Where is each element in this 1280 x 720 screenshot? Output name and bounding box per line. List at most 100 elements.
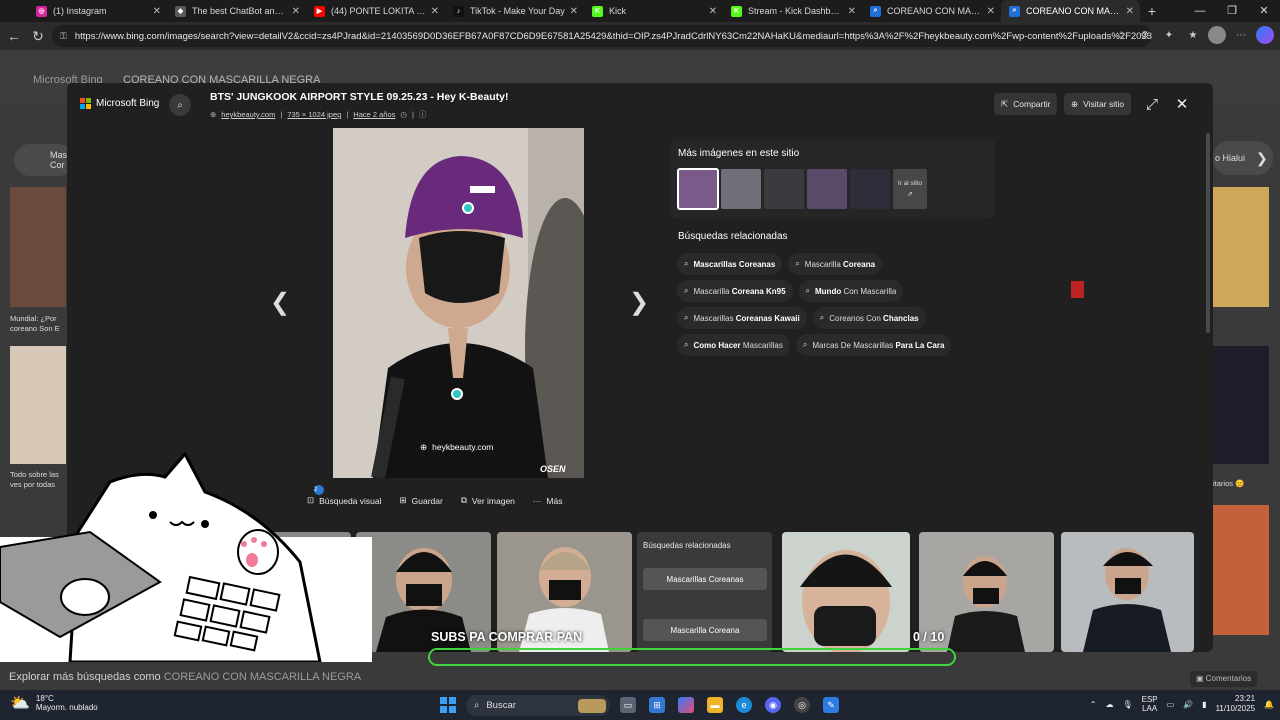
source-pill[interactable]: ⊕ heykbeauty.com [410, 436, 504, 458]
onedrive-icon[interactable]: ☁ [1105, 700, 1113, 709]
browser-tab[interactable]: K Stream - Kick Dashboard ✕ [723, 0, 862, 22]
visit-site-button[interactable]: ⊕ Visitar sitio [1064, 93, 1132, 115]
filmstrip-thumbnail[interactable] [782, 532, 910, 652]
site-thumbnail[interactable] [850, 169, 890, 209]
viewer-scrollbar[interactable] [1206, 133, 1210, 333]
related-result-thumbnail[interactable] [1071, 281, 1084, 298]
browser-tab[interactable]: ◎ (1) Instagram ✕ [28, 0, 167, 22]
extensions-puzzle-icon[interactable]: ✦ [1160, 26, 1178, 44]
filmstrip-thumbnail[interactable] [1061, 532, 1194, 652]
meta-size[interactable]: 735 × 1024 jpeg [287, 110, 341, 119]
next-image-icon[interactable]: ❯ [629, 288, 649, 317]
language-indicator[interactable]: ESP LAA [1142, 695, 1158, 713]
related-search-chip[interactable]: ⌕ Mascarillas Coreanas Kawaii [677, 307, 807, 329]
weather-widget[interactable]: ⛅ 18°C Mayorm. nublado [10, 694, 98, 712]
site-info-icon[interactable]: ⚿ [60, 31, 67, 42]
close-tab-icon[interactable]: ✕ [1126, 6, 1134, 17]
close-tab-icon[interactable]: ✕ [570, 6, 578, 17]
site-thumbnail[interactable] [721, 169, 761, 209]
previous-image-icon[interactable]: ❮ [270, 288, 290, 317]
battery-icon[interactable]: ▮ [1202, 700, 1206, 709]
minimize-icon[interactable]: — [1184, 0, 1216, 22]
bg-thumb-left-1[interactable] [10, 187, 66, 307]
related-card-chip[interactable]: Mascarillas Coreanas [643, 568, 767, 590]
go-to-site-button[interactable]: Ir al sitio ⇗ [893, 169, 927, 209]
site-thumbnail[interactable] [677, 168, 719, 210]
discord-icon[interactable]: ◉ [765, 697, 781, 713]
close-icon[interactable]: ✕ [1172, 94, 1192, 114]
start-icon[interactable] [440, 697, 456, 713]
browser-tab[interactable]: ⌕ COREANO CON MASCARIL ✕ [862, 0, 1001, 22]
browser-tab[interactable]: K Kick ✕ [584, 0, 723, 22]
related-search-chip[interactable]: ⌕ Mundo Con Mascarilla [798, 280, 904, 302]
restore-icon[interactable]: ❐ [1216, 0, 1248, 22]
bing-logo[interactable]: Microsoft Bing [80, 98, 159, 109]
browser-tab[interactable]: ◆ The best ChatBot and Widg ✕ [167, 0, 306, 22]
notifications-icon[interactable]: 🔔 [1264, 700, 1274, 709]
comments-button[interactable]: ▣ Comentarios [1190, 671, 1258, 687]
share-button[interactable]: ⇱ Compartir [994, 93, 1058, 115]
reload-icon[interactable]: ↻ [26, 28, 50, 45]
pinned-app-icon[interactable]: ✎ [823, 697, 839, 713]
profile-avatar[interactable] [1208, 26, 1226, 44]
close-tab-icon[interactable]: ✕ [431, 6, 439, 17]
image-title[interactable]: BTS' JUNGKOOK AIRPORT STYLE 09.25.23 - H… [210, 91, 509, 103]
filmstrip-related-card[interactable]: Búsquedas relacionadas Mascarillas Corea… [637, 532, 772, 652]
related-search-chip[interactable]: ⌕ Mascarilla Coreana [788, 253, 883, 275]
browser-tab[interactable]: ⌕ COREANO CON MASCARIL ✕ [1001, 0, 1140, 22]
close-tab-icon[interactable]: ✕ [709, 6, 717, 17]
bg-thumb-right-3[interactable] [1213, 505, 1269, 635]
close-tab-icon[interactable]: ✕ [987, 6, 995, 17]
bg-thumb-right-1[interactable] [1213, 187, 1269, 307]
edge-icon[interactable]: e [736, 697, 752, 713]
clock[interactable]: 23:21 11/10/2025 [1216, 694, 1255, 714]
favorites-icon[interactable]: ★ [1184, 26, 1202, 44]
explore-query[interactable]: COREANO CON MASCARILLA NEGRA [164, 671, 361, 683]
network-icon[interactable]: ▭ [1167, 700, 1175, 709]
close-tab-icon[interactable]: ✕ [848, 6, 856, 17]
microphone-icon[interactable]: 🎙 [1122, 700, 1132, 709]
store-icon[interactable]: ⊞ [649, 697, 665, 713]
task-view-icon[interactable]: ▭ [620, 697, 636, 713]
bg-chip-left[interactable]: Mas Cor [14, 144, 74, 176]
related-search-chip[interactable]: ⌕ Mascarilla Coreana Kn95 [677, 280, 793, 302]
info-icon[interactable]: ⓘ [419, 109, 427, 120]
meta-age[interactable]: Hace 2 años [353, 110, 395, 119]
close-tab-icon[interactable]: ✕ [153, 6, 161, 17]
main-image[interactable] [333, 128, 584, 478]
close-window-icon[interactable]: ✕ [1248, 0, 1280, 22]
site-thumbnail[interactable] [807, 169, 847, 209]
expand-icon[interactable]: ⤢ [1142, 94, 1162, 114]
bg-thumb-left-2[interactable] [10, 346, 66, 464]
url-field[interactable]: ⚿ https://www.bing.com/images/search?vie… [52, 25, 1152, 47]
back-icon[interactable]: ← [2, 28, 26, 44]
bg-chip-next-icon[interactable]: ❯ [1256, 150, 1268, 167]
save-button[interactable]: ⊞ Guardar [400, 495, 443, 506]
bg-thumb-right-2[interactable] [1213, 346, 1269, 464]
visual-search-hotspot[interactable] [462, 202, 474, 214]
browser-tab[interactable]: ▶ (44) PONTE LOKITA - Bu ✕ [306, 0, 445, 22]
related-card-chip[interactable]: Mascarilla Coreana [643, 619, 767, 641]
close-tab-icon[interactable]: ✕ [292, 6, 300, 17]
taskbar-search[interactable]: ⌕ Buscar [466, 695, 610, 716]
browser-tab[interactable]: ♪ TikTok - Make Your Day ✕ [445, 0, 584, 22]
file-explorer-icon[interactable]: ▬ [707, 697, 723, 713]
favorite-star-icon[interactable]: ☆ [1112, 26, 1130, 44]
copilot-icon[interactable] [1256, 26, 1274, 44]
menu-dots-icon[interactable]: ⋯ [1232, 26, 1250, 44]
more-button[interactable]: ··· Más [533, 495, 563, 506]
new-tab-button[interactable]: + [1140, 3, 1164, 19]
obs-icon[interactable]: ◎ [794, 697, 810, 713]
view-image-button[interactable]: ⧉ Ver imagen [461, 495, 515, 506]
related-search-chip[interactable]: ⌕ Coreanos Con Chanclas [812, 307, 926, 329]
related-search-chip[interactable]: ⌕ Mascarillas Coreanas [677, 253, 783, 275]
copilot-taskbar-icon[interactable] [678, 697, 694, 713]
viewer-search-icon[interactable]: ⌕ [169, 94, 191, 116]
visual-search-hotspot[interactable] [451, 388, 463, 400]
extension-icon[interactable]: ⚙ [1136, 26, 1154, 44]
related-search-chip[interactable]: ⌕ Como Hacer Mascarillas [677, 334, 790, 356]
related-search-chip[interactable]: ⌕ Marcas De Mascarillas Para La Cara [795, 334, 952, 356]
meta-site-link[interactable]: heykbeauty.com [221, 110, 275, 119]
chevron-up-icon[interactable]: ⌃ [1090, 700, 1097, 709]
volume-icon[interactable]: 🔊 [1183, 700, 1193, 709]
